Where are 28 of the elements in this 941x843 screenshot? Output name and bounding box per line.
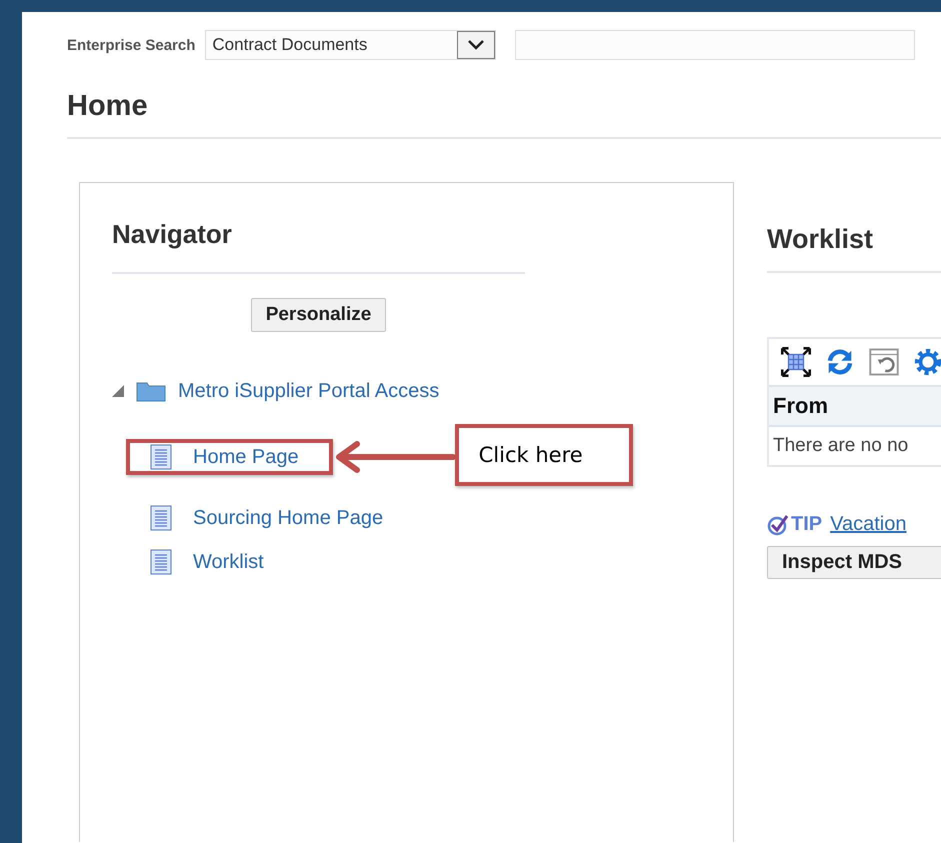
document-icon	[150, 505, 172, 531]
category-select[interactable]: Contract Documents	[205, 30, 496, 60]
inspect-button[interactable]: Inspect MDS	[767, 546, 941, 579]
search-field[interactable]	[515, 30, 916, 60]
expand-icon[interactable]	[781, 347, 811, 377]
column-header[interactable]: From	[773, 393, 828, 418]
restore-icon[interactable]	[869, 347, 899, 377]
page-title: Home	[67, 60, 941, 139]
document-icon	[150, 444, 172, 470]
search-label: Enterprise Search	[67, 36, 196, 54]
tip-label: TIP	[791, 513, 822, 536]
personalize-button[interactable]: Personalize	[250, 298, 386, 332]
tree-item[interactable]: Worklist	[126, 544, 298, 580]
dropdown-icon[interactable]	[457, 31, 496, 59]
navigator-title: Navigator	[112, 219, 525, 274]
refresh-icon[interactable]	[825, 347, 855, 377]
expand-triangle-icon[interactable]	[112, 385, 124, 397]
document-icon	[150, 549, 172, 575]
empty-message: There are no no	[773, 435, 908, 456]
tree-item[interactable]: Sourcing Home Page	[126, 500, 418, 536]
checkmark-icon	[767, 514, 789, 536]
worklist-title: Worklist	[767, 224, 941, 273]
folder-icon	[136, 380, 166, 402]
settings-icon[interactable]	[913, 347, 941, 377]
highlighted-tree-item[interactable]: Home Page	[126, 439, 333, 475]
tree-folder-link[interactable]: Metro iSupplier Portal Access	[178, 380, 440, 402]
callout-box: Click here	[454, 424, 633, 486]
vacation-link[interactable]: Vacation	[830, 513, 906, 536]
